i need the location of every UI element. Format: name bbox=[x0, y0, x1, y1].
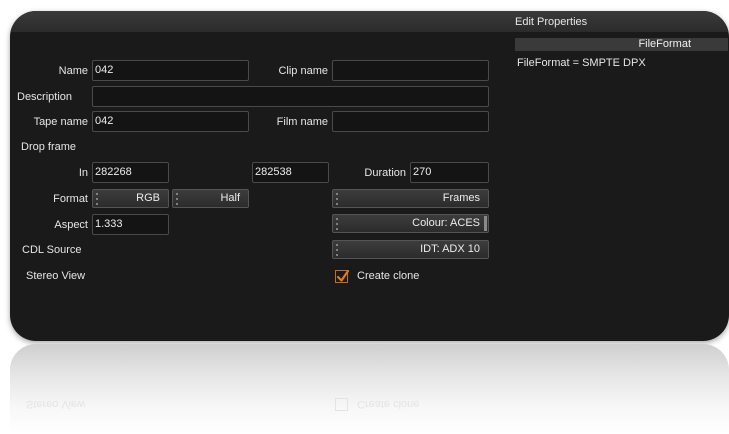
format-label: Format bbox=[53, 193, 88, 205]
aspect-label: Aspect bbox=[54, 219, 88, 231]
drop-frame-label: Drop frame bbox=[21, 141, 77, 153]
duration-label: Duration bbox=[364, 167, 406, 179]
tape-name-field[interactable]: 042 bbox=[92, 111, 249, 132]
scroll-indicator bbox=[484, 216, 487, 231]
reflection-checkbox bbox=[335, 398, 348, 411]
idt-dropdown[interactable]: IDT: ADX 10 bbox=[332, 240, 489, 259]
depth-dropdown-value: Half bbox=[220, 192, 240, 204]
create-clone-checkbox[interactable] bbox=[335, 269, 350, 283]
title-bar: Edit Properties bbox=[10, 11, 729, 32]
edit-properties-panel: Edit Properties FileFormat FileFormat = … bbox=[10, 11, 729, 341]
in-label: In bbox=[78, 167, 88, 179]
fileformat-value: FileFormat = SMPTE DPX bbox=[517, 57, 646, 69]
timecode-mode-value: Frames bbox=[442, 192, 480, 204]
depth-dropdown[interactable]: Half bbox=[172, 189, 249, 208]
create-clone-label: Create clone bbox=[357, 270, 420, 282]
fileformat-header[interactable]: FileFormat bbox=[515, 38, 728, 51]
drag-handle-icon bbox=[336, 244, 339, 256]
timecode-mode-dropdown[interactable]: Frames bbox=[332, 189, 489, 208]
colour-dropdown[interactable]: Colour: ACES bbox=[332, 214, 489, 233]
reflection-stereo-view: Stereo View bbox=[26, 398, 86, 410]
drag-handle-icon bbox=[96, 193, 99, 205]
colour-dropdown-value: Colour: ACES bbox=[412, 217, 480, 229]
cdl-source-label: CDL Source bbox=[22, 244, 82, 256]
in-field[interactable]: 282268 bbox=[92, 162, 169, 183]
out-field[interactable]: 282538 bbox=[252, 162, 329, 183]
clip-name-label: Clip name bbox=[278, 65, 328, 77]
film-name-label: Film name bbox=[276, 116, 328, 128]
checkmark-icon bbox=[336, 269, 350, 282]
drag-handle-icon bbox=[336, 193, 339, 205]
drag-handle-icon bbox=[176, 193, 179, 205]
description-label: Description bbox=[17, 91, 73, 103]
drag-handle-icon bbox=[336, 218, 339, 230]
tape-name-label: Tape name bbox=[33, 116, 88, 128]
aspect-field[interactable]: 1.333 bbox=[92, 214, 169, 235]
film-name-field[interactable] bbox=[332, 111, 489, 132]
name-label: Name bbox=[58, 65, 88, 77]
panel-reflection: Stereo View Create clone bbox=[10, 344, 729, 434]
fileformat-header-label: FileFormat bbox=[638, 38, 691, 50]
name-field[interactable]: 042 bbox=[92, 60, 249, 81]
stereo-view-label: Stereo View bbox=[26, 270, 86, 282]
format-dropdown-value: RGB bbox=[136, 192, 160, 204]
clip-name-field[interactable] bbox=[332, 60, 489, 81]
format-dropdown[interactable]: RGB bbox=[92, 189, 169, 208]
idt-dropdown-value: IDT: ADX 10 bbox=[420, 243, 480, 255]
reflection-create-clone: Create clone bbox=[357, 398, 420, 410]
duration-field[interactable]: 270 bbox=[410, 162, 489, 183]
description-field[interactable] bbox=[92, 86, 489, 107]
panel-title: Edit Properties bbox=[515, 16, 588, 28]
